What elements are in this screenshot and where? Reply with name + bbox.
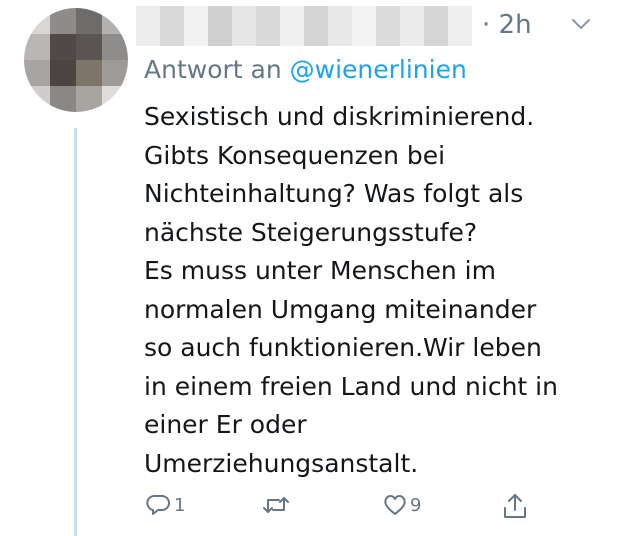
reply-button[interactable]: 1	[146, 492, 185, 518]
thread-line	[74, 128, 77, 536]
author-name-redacted[interactable]	[136, 6, 472, 46]
tweet-text-line: in einem freien Land und nicht in	[144, 371, 558, 401]
like-count: 9	[410, 494, 422, 516]
tweet-text-line: Sexistisch und diskriminierend.	[144, 102, 535, 131]
tweet-text-line: Es muss unter Menschen im	[144, 256, 496, 285]
tweet-text-line: so auch funktionieren.Wir leben	[144, 333, 542, 362]
tweet-text-line: einer Er oder	[144, 410, 307, 439]
reply-icon	[146, 494, 170, 515]
tweet-text-line: nächste Steigerungsstufe?	[144, 217, 478, 247]
like-icon	[384, 495, 406, 515]
tweet-text-line: normalen Umgang miteinander	[144, 294, 537, 324]
retweet-icon	[263, 497, 289, 513]
chevron-down-icon[interactable]	[570, 16, 592, 32]
reply-mention-link[interactable]: @wienerlinien	[290, 55, 467, 84]
tweet-text-line: Gibts Konsequenzen bei	[144, 140, 446, 170]
reply-prefix: Antwort an	[144, 55, 282, 84]
tweet-actions: 1 9	[0, 492, 620, 528]
retweet-button[interactable]	[262, 492, 292, 518]
tweet-text-line: Nichteinhaltung? Was folgt als	[144, 179, 524, 208]
timestamp[interactable]: · 2h	[482, 10, 532, 40]
reply-count: 1	[174, 494, 186, 516]
tweet-text: Sexistisch und diskriminierend. Gibts Ko…	[144, 98, 614, 483]
reply-context: Antwort an @wienerlinien	[144, 55, 467, 84]
tweet-text-line: Umerziehungsanstalt.	[144, 448, 419, 478]
share-button[interactable]	[502, 492, 528, 520]
avatar[interactable]	[24, 8, 128, 112]
share-icon	[504, 494, 526, 518]
like-button[interactable]: 9	[382, 492, 421, 518]
